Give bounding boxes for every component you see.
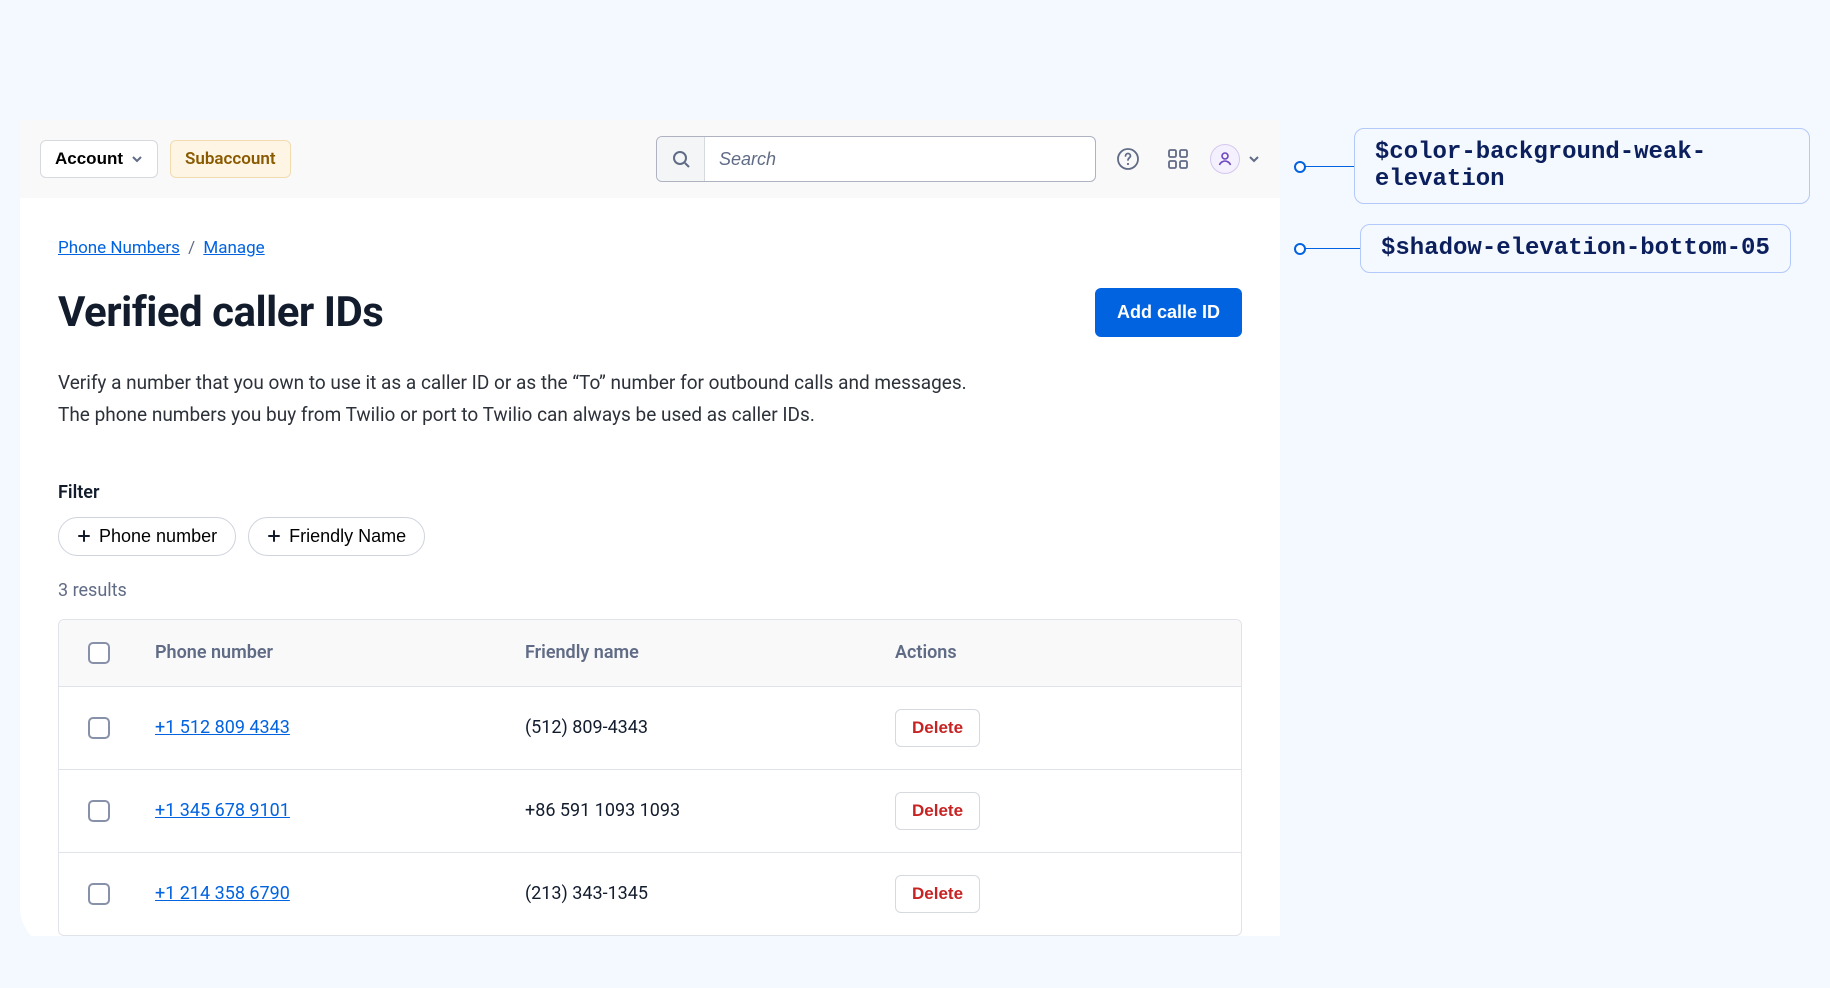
filter-chip-phone-number[interactable]: Phone number <box>58 517 236 556</box>
phone-number-link[interactable]: +1 512 809 4343 <box>155 717 290 738</box>
user-menu[interactable] <box>1210 144 1260 174</box>
filter-chips: Phone number Friendly Name <box>58 517 1242 556</box>
apps-grid-icon[interactable] <box>1160 141 1196 177</box>
description-line-2: The phone numbers you buy from Twilio or… <box>58 403 815 426</box>
phone-number-link[interactable]: +1 214 358 6790 <box>155 883 290 904</box>
design-token-callouts: $color-background-weak-elevation $shadow… <box>1300 128 1810 291</box>
row-checkbox[interactable] <box>88 883 110 905</box>
friendly-name-cell: +86 591 1093 1093 <box>509 778 879 843</box>
search-box[interactable] <box>656 136 1096 182</box>
breadcrumb: Phone Numbers / Manage <box>58 238 1242 258</box>
callout-connector <box>1300 248 1360 249</box>
breadcrumb-separator: / <box>188 238 195 258</box>
delete-button[interactable]: Delete <box>895 709 980 747</box>
select-all-checkbox[interactable] <box>88 642 110 664</box>
delete-button[interactable]: Delete <box>895 792 980 830</box>
chip-label: Friendly Name <box>289 526 406 547</box>
chevron-down-icon <box>131 153 143 165</box>
table-row: +1 214 358 6790 (213) 343-1345 Delete <box>59 853 1241 935</box>
row-checkbox[interactable] <box>88 717 110 739</box>
row-checkbox[interactable] <box>88 800 110 822</box>
breadcrumb-manage[interactable]: Manage <box>203 238 264 258</box>
phone-number-link[interactable]: +1 345 678 9101 <box>155 800 290 821</box>
subaccount-badge: Subaccount <box>170 140 291 178</box>
filter-label: Filter <box>58 482 1242 503</box>
app-window: Account Subaccount <box>20 120 1280 936</box>
caller-ids-table: Phone number Friendly name Actions +1 51… <box>58 619 1242 936</box>
avatar <box>1210 144 1240 174</box>
search-input[interactable] <box>705 149 1095 170</box>
search-icon <box>657 137 705 181</box>
table-row: +1 345 678 9101 +86 591 1093 1093 Delete <box>59 770 1241 853</box>
callout-connector <box>1300 166 1354 167</box>
friendly-name-cell: (512) 809-4343 <box>509 695 879 760</box>
filter-chip-friendly-name[interactable]: Friendly Name <box>248 517 425 556</box>
top-bar: Account Subaccount <box>20 120 1280 198</box>
table-row: +1 512 809 4343 (512) 809-4343 Delete <box>59 687 1241 770</box>
account-label: Account <box>55 149 123 169</box>
token-shadow-elevation: $shadow-elevation-bottom-05 <box>1360 224 1791 273</box>
add-caller-id-button[interactable]: Add calle ID <box>1095 288 1242 337</box>
column-actions: Actions <box>879 620 1241 686</box>
column-friendly-name: Friendly name <box>509 620 879 686</box>
results-count: 3 results <box>58 580 1242 601</box>
help-icon[interactable] <box>1110 141 1146 177</box>
plus-icon <box>77 529 91 543</box>
table-header: Phone number Friendly name Actions <box>59 620 1241 687</box>
friendly-name-cell: (213) 343-1345 <box>509 861 879 926</box>
breadcrumb-phone-numbers[interactable]: Phone Numbers <box>58 238 180 258</box>
description-line-1: Verify a number that you own to use it a… <box>58 371 967 394</box>
page-title: Verified caller IDs <box>58 288 383 337</box>
delete-button[interactable]: Delete <box>895 875 980 913</box>
chip-label: Phone number <box>99 526 217 547</box>
page-description: Verify a number that you own to use it a… <box>58 367 1242 432</box>
plus-icon <box>267 529 281 543</box>
account-dropdown[interactable]: Account <box>40 140 158 178</box>
chevron-down-icon <box>1248 153 1260 165</box>
token-color-background: $color-background-weak-elevation <box>1354 128 1810 204</box>
page-content: Phone Numbers / Manage Verified caller I… <box>20 198 1280 936</box>
column-phone-number: Phone number <box>139 620 509 686</box>
